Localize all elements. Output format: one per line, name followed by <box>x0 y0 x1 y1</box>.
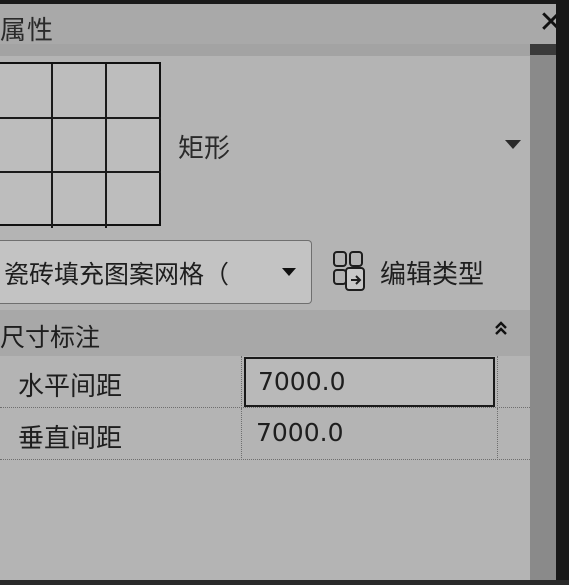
property-label: 水平间距 <box>18 372 123 402</box>
vertical-spacing-input[interactable]: 7000.0 <box>241 408 497 460</box>
collapse-up-icon[interactable] <box>494 320 508 337</box>
horizontal-spacing-input[interactable]: 7000.0 <box>244 357 495 407</box>
type-preview-image <box>0 62 161 228</box>
grid-pattern-icon <box>0 64 161 228</box>
edit-type-label: 编辑类型 <box>380 260 485 290</box>
panel-scroll-gutter[interactable] <box>530 55 556 585</box>
type-selector-dropdown[interactable]: 瓷砖填充图案网格（ <box>0 240 312 304</box>
edit-type-icon <box>333 251 365 291</box>
window-frame-right <box>556 0 569 585</box>
property-row-horizontal-spacing: 水平间距 7000.0 <box>0 356 530 408</box>
edit-type-button[interactable]: 编辑类型 <box>328 242 518 302</box>
chevron-down-icon[interactable] <box>282 268 296 276</box>
panel-divider <box>0 44 530 56</box>
property-row-vertical-spacing: 垂直间距 7000.0 <box>0 408 530 460</box>
property-extra-cell <box>497 356 530 408</box>
panel-title: 属性 <box>0 16 55 46</box>
property-label: 垂直间距 <box>18 424 123 454</box>
row-divider <box>0 459 530 460</box>
group-header-dimensions[interactable]: 尺寸标注 <box>0 310 530 356</box>
properties-titlebar: 属性 <box>0 4 556 46</box>
type-selector-value: 瓷砖填充图案网格（ <box>4 260 230 289</box>
window-frame-bottom <box>0 580 569 585</box>
property-extra-cell <box>497 408 530 460</box>
property-value: 7000.0 <box>258 367 346 396</box>
property-value: 7000.0 <box>256 418 344 447</box>
chevron-down-icon[interactable] <box>505 140 521 149</box>
group-title: 尺寸标注 <box>0 323 101 352</box>
type-name-label[interactable]: 矩形 <box>178 128 230 165</box>
